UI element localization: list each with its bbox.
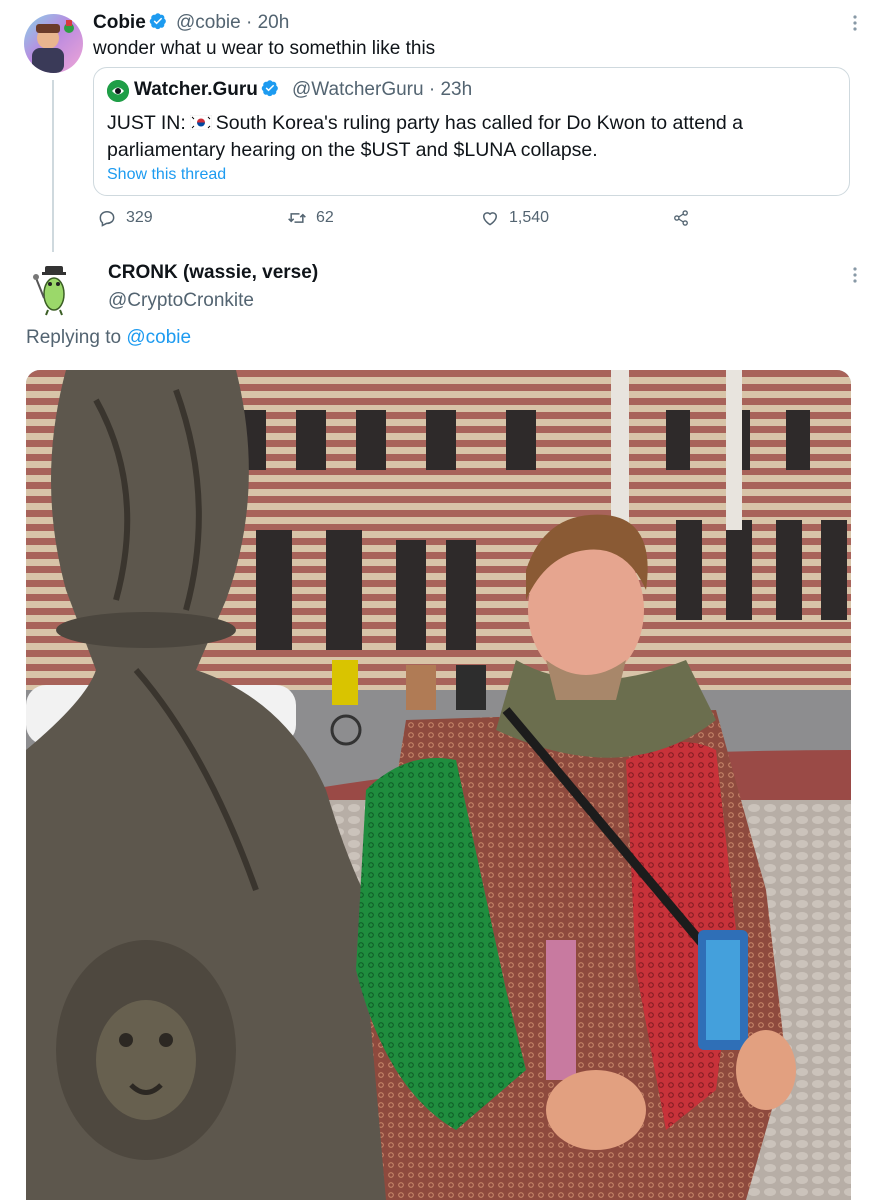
- more-dots-icon: [853, 267, 857, 283]
- more-dots-icon: [853, 15, 857, 31]
- more-options-button[interactable]: [851, 266, 859, 289]
- quoted-author-handle: @WatcherGuru · 23h: [292, 79, 473, 100]
- thread-connector-line: [52, 80, 54, 252]
- replying-to-mention[interactable]: @cobie: [126, 327, 191, 348]
- cronk-avatar[interactable]: [30, 258, 78, 316]
- heart-icon: [482, 212, 498, 226]
- show-this-thread-link[interactable]: Show this thread: [107, 166, 226, 184]
- tweet-author-name[interactable]: Cobie: [93, 12, 167, 34]
- quoted-timestamp: · 23h: [428, 79, 473, 100]
- retweet-button[interactable]: 62: [287, 208, 334, 228]
- replying-to-line: Replying to @cobie: [26, 327, 192, 348]
- reply-button[interactable]: 329: [97, 208, 153, 228]
- like-count: 1,540: [509, 209, 550, 226]
- share-icon: [674, 210, 688, 226]
- reply-count: 329: [126, 209, 153, 226]
- tweet-text: wonder what u wear to somethin like this: [93, 38, 436, 59]
- watcherguru-avatar: [107, 80, 129, 102]
- cobie-avatar[interactable]: [24, 14, 83, 73]
- tweet-timestamp[interactable]: · 20h: [246, 12, 289, 33]
- attached-photo[interactable]: [26, 370, 851, 1200]
- like-button[interactable]: 1,540: [480, 208, 549, 228]
- tweet-author-handle[interactable]: @cobie · 20h: [176, 12, 289, 34]
- verified-badge-icon: [261, 80, 278, 97]
- reply-author-handle[interactable]: @CryptoCronkite: [108, 290, 254, 312]
- quoted-author-name: Watcher.Guru: [134, 79, 279, 101]
- share-button[interactable]: [671, 208, 691, 228]
- reply-author-name[interactable]: CRONK (wassie, verse): [108, 262, 318, 284]
- reply-icon: [99, 210, 115, 227]
- retweet-count: 62: [316, 209, 334, 226]
- verified-badge-icon: [149, 13, 166, 30]
- south-korea-flag-icon: [189, 115, 212, 130]
- retweet-icon: [288, 213, 306, 223]
- more-options-button[interactable]: [851, 14, 859, 37]
- quoted-tweet-text: JUST IN: South Korea's ruling party has …: [107, 112, 744, 161]
